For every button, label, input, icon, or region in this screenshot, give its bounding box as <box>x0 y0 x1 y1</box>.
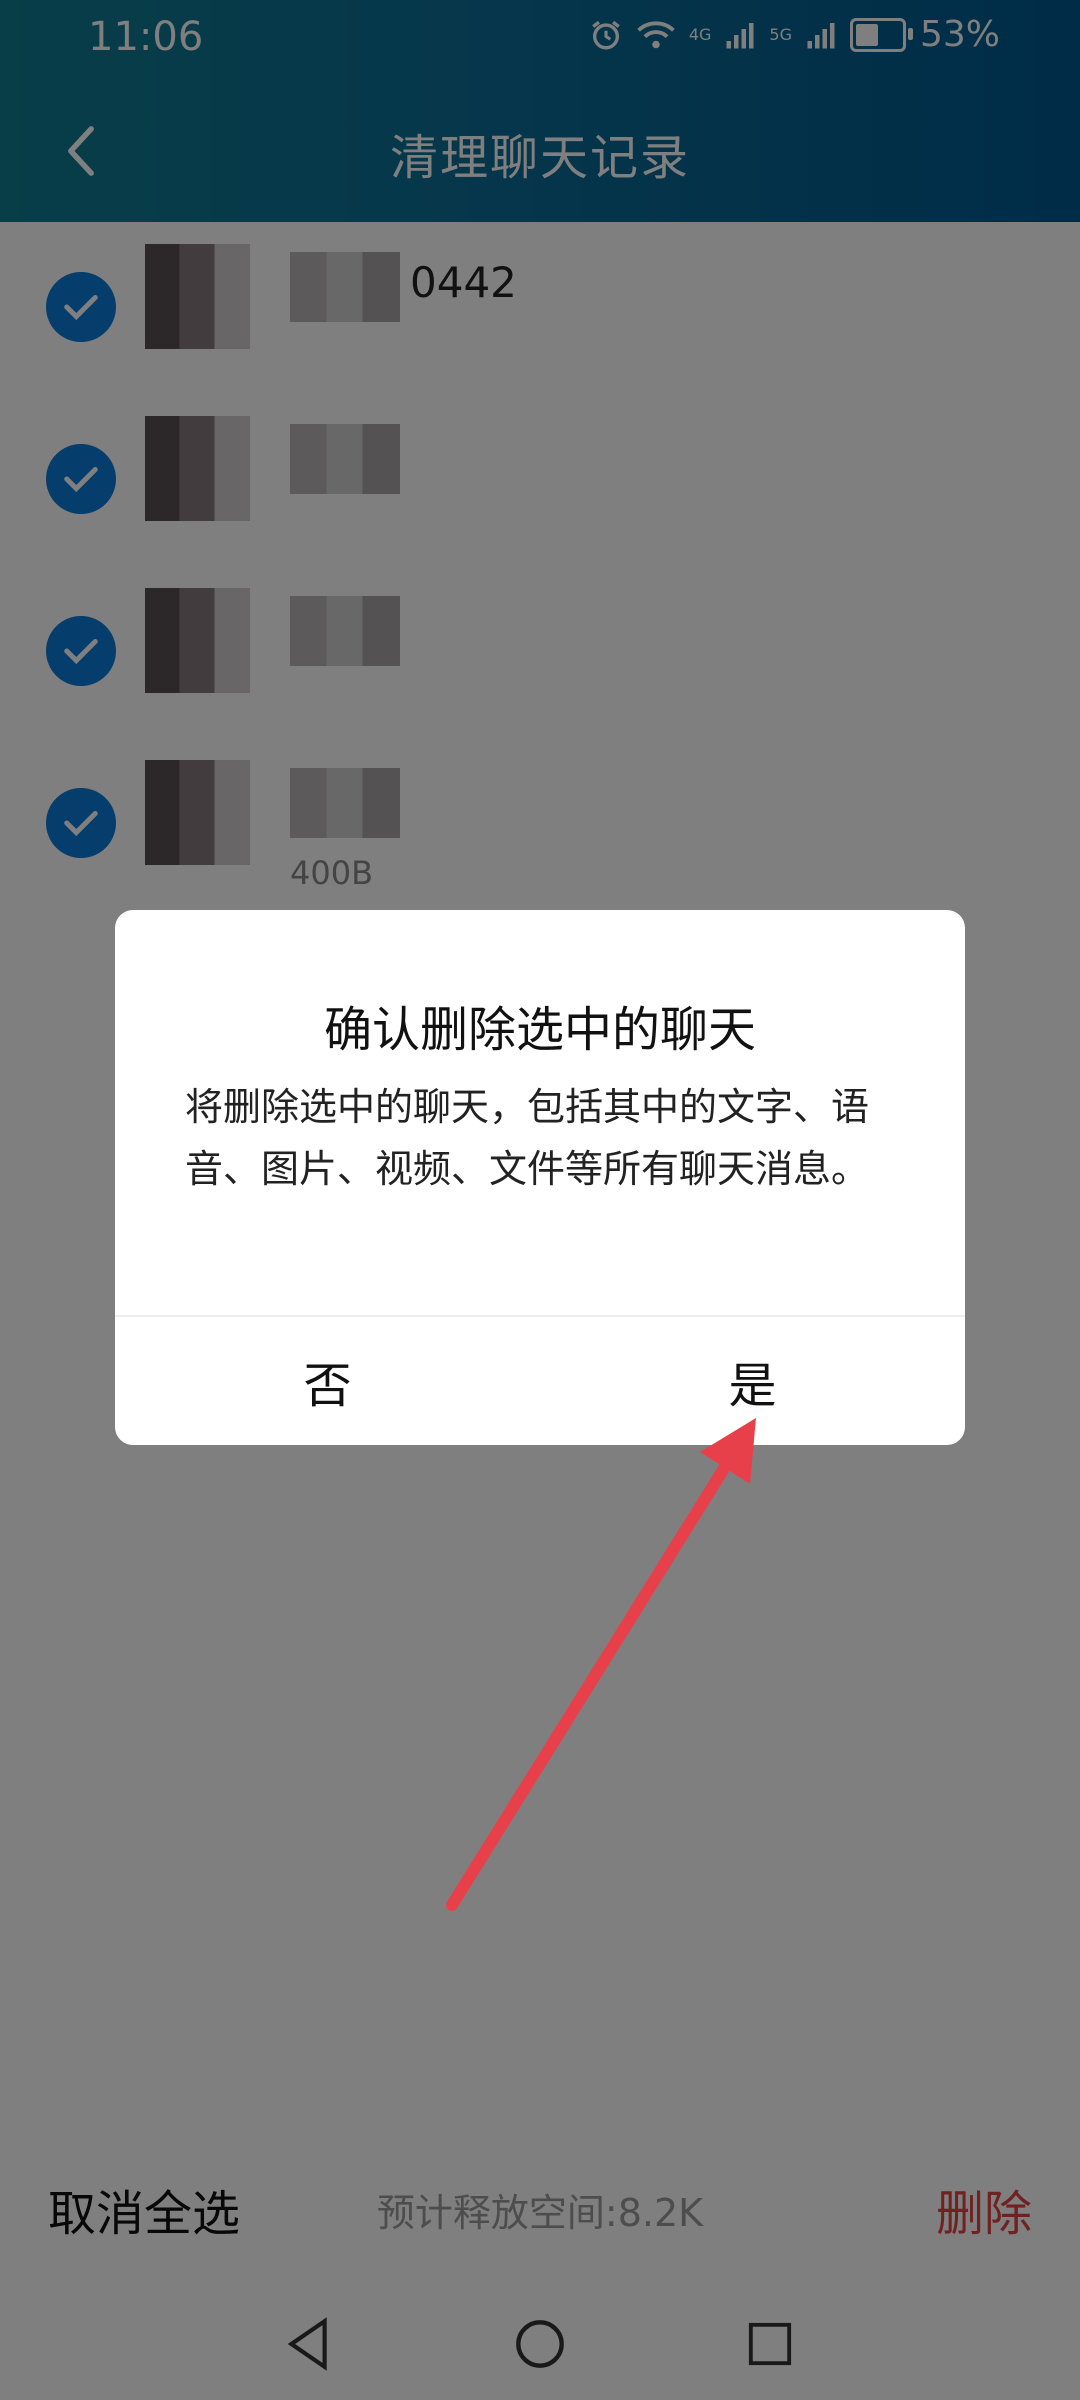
dialog-no-button[interactable]: 否 <box>115 1317 540 1445</box>
dialog-message: 将删除选中的聊天，包括其中的文字、语音、图片、视频、文件等所有聊天消息。 <box>185 1085 870 1191</box>
dialog-yes-button[interactable]: 是 <box>540 1317 965 1445</box>
dialog-title: 确认删除选中的聊天 <box>323 1002 756 1058</box>
app-root: 11:06 4G 5G <box>0 0 1080 2400</box>
confirm-delete-dialog: 确认删除选中的聊天 将删除选中的聊天，包括其中的文字、语音、图片、视频、文件等所… <box>115 910 965 1445</box>
